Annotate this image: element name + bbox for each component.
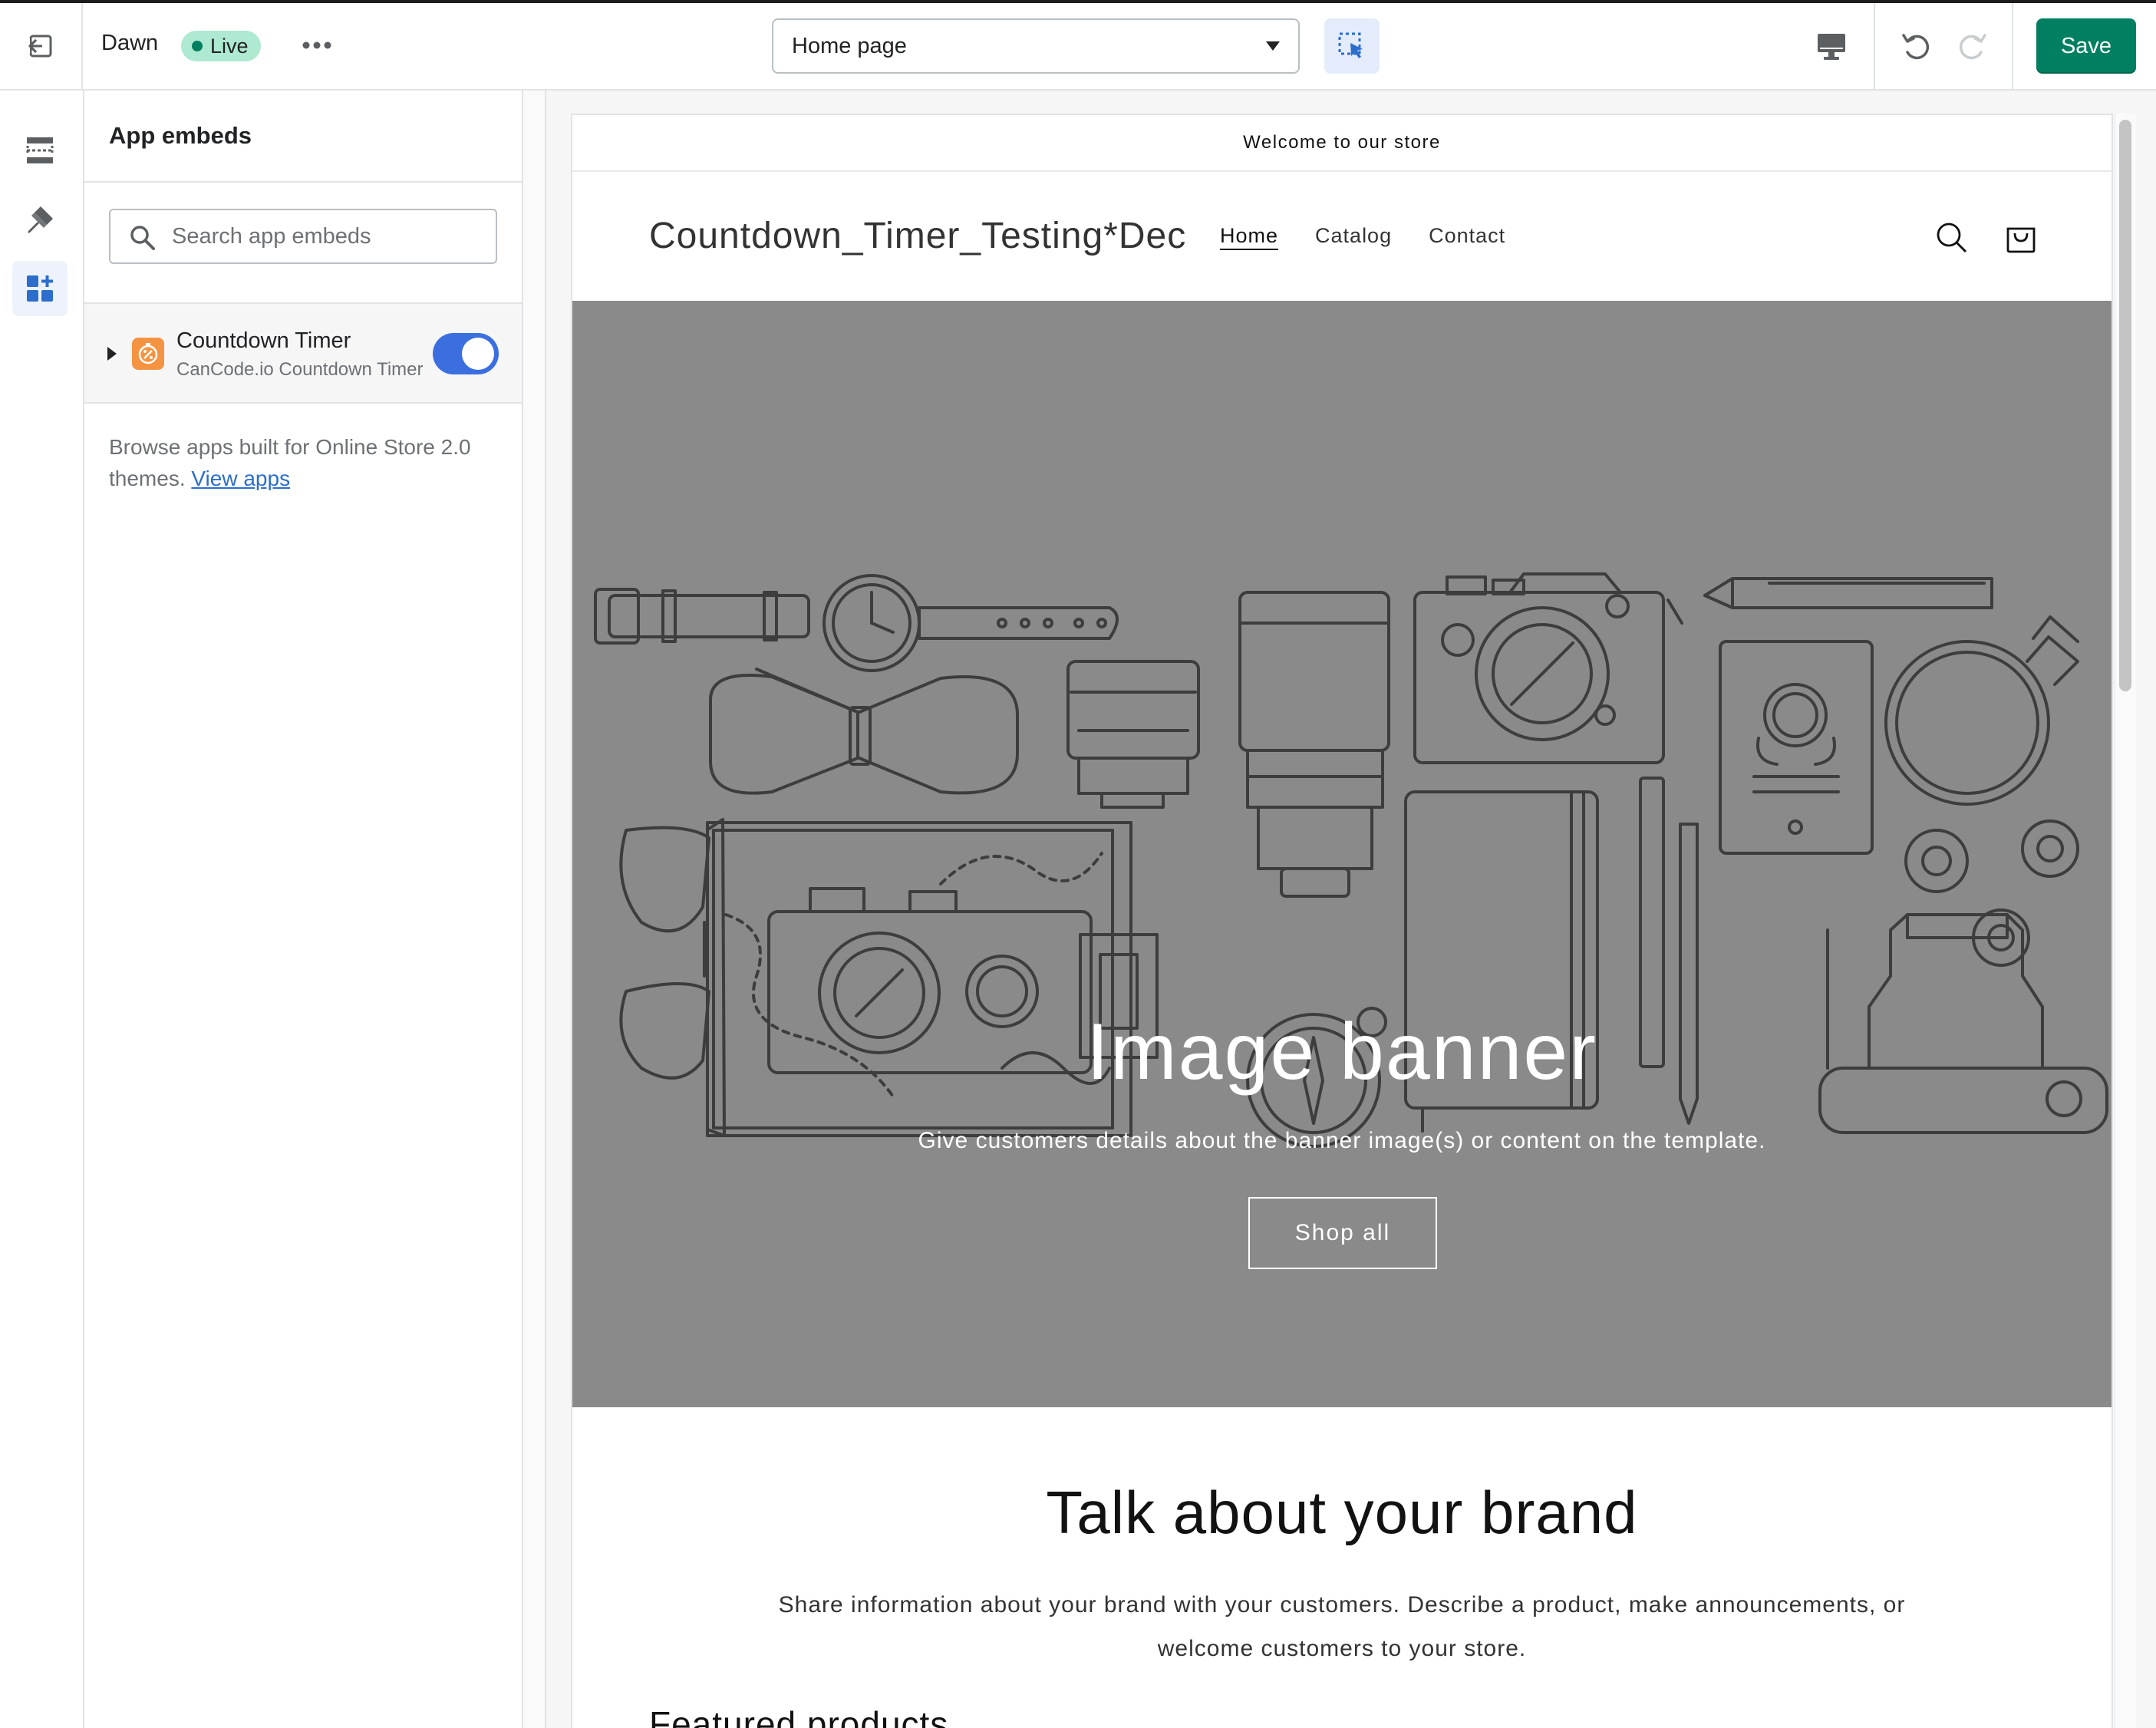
panel-title: App embeds: [109, 122, 252, 149]
nav-link-catalog[interactable]: Catalog: [1315, 224, 1392, 248]
rail-item-theme-settings[interactable]: [12, 192, 68, 247]
magnifier-drawing: [1884, 615, 2079, 806]
select-cursor-icon: [1338, 32, 1363, 58]
toggle-knob: [462, 338, 494, 370]
save-button[interactable]: Save: [2036, 18, 2136, 74]
cart-icon[interactable]: [2004, 218, 2038, 255]
exit-editor-button[interactable]: [0, 3, 83, 89]
page-select-value: Home page: [792, 33, 907, 58]
app-embeds-panel: App embeds Countdown Timer CanCode.io Co…: [84, 91, 523, 1728]
passport-drawing: [1719, 640, 1874, 855]
search-section: [84, 183, 522, 304]
view-apps-link[interactable]: View apps: [191, 467, 290, 490]
nav-link-home[interactable]: Home: [1220, 224, 1278, 248]
panel-scrollbar[interactable]: [523, 91, 546, 1728]
chevron-down-icon: [1266, 41, 1280, 51]
more-actions-button[interactable]: [298, 26, 336, 64]
redo-button[interactable]: [1950, 25, 1993, 68]
toolbar-divider: [2012, 3, 2013, 89]
rail-item-sections[interactable]: [12, 123, 68, 178]
window-strip: [0, 0, 2156, 3]
exit-icon: [25, 35, 52, 58]
search-box: [109, 209, 497, 264]
editor-topbar: Dawn Live Home page Save: [0, 0, 2156, 91]
store-preview-frame: Welcome to our store Countdown_Timer_Tes…: [571, 114, 2113, 1728]
banner-title: Image banner: [1086, 1007, 1597, 1096]
store-nav: Home Catalog Contact: [1220, 224, 1505, 248]
redo-icon: [1959, 34, 1986, 60]
page-template-select[interactable]: Home page: [772, 18, 1300, 74]
live-status-badge: Live: [181, 31, 261, 61]
app-embed-toggle[interactable]: [433, 333, 499, 374]
bowtie-drawing: [709, 668, 1019, 795]
announcement-bar: Welcome to our store: [572, 115, 2111, 172]
app-embed-name: Countdown Timer: [176, 328, 351, 353]
store-search-icon[interactable]: [1935, 221, 1969, 255]
store-logo[interactable]: Countdown_Timer_Testing*Dec: [649, 215, 1186, 257]
tape-rolls-drawing: [1904, 819, 2079, 967]
undo-button[interactable]: [1895, 25, 1938, 68]
brand-heading: Talk about your brand: [1046, 1479, 1638, 1546]
search-app-embeds-input[interactable]: [110, 210, 496, 262]
timer-badge-icon: [138, 343, 158, 364]
brand-description: Share information about your brand with …: [778, 1592, 1906, 1661]
expand-caret-icon[interactable]: [107, 347, 117, 361]
ellipsis-icon: [302, 41, 331, 49]
featured-products-heading: Featured products: [649, 1704, 949, 1728]
toolbar-divider: [1874, 3, 1875, 89]
rail-item-app-embeds[interactable]: [12, 261, 68, 316]
nav-link-contact[interactable]: Contact: [1429, 224, 1505, 248]
watch-drawing: [594, 574, 1119, 672]
panel-header: App embeds: [84, 91, 522, 183]
status-dot-icon: [192, 41, 203, 51]
live-badge-label: Live: [210, 34, 249, 58]
search-icon: [130, 226, 155, 250]
banner-subtitle: Give customers details about the banner …: [918, 1128, 1766, 1153]
preview-scrollbar-thumb[interactable]: [2119, 120, 2131, 691]
pencil-drawing: [1703, 577, 1993, 609]
undo-icon: [1902, 34, 1930, 60]
lens-drawing: [1066, 660, 1200, 809]
app-embeds-icon: [27, 275, 53, 302]
desktop-preview-button[interactable]: [1811, 26, 1852, 68]
shop-all-button[interactable]: Shop all: [1248, 1197, 1437, 1269]
countdown-timer-app-icon: [132, 338, 164, 370]
zoom-lens-drawing: [1238, 591, 1390, 898]
editor-nav-rail: [0, 91, 84, 1728]
inspector-toggle-button[interactable]: [1324, 18, 1380, 74]
camera-drawing: [1413, 572, 1683, 764]
app-embed-item[interactable]: Countdown Timer CanCode.io Countdown Tim…: [84, 304, 522, 404]
browse-apps-text: Browse apps built for Online Store 2.0 t…: [84, 404, 522, 522]
paintbrush-icon: [28, 206, 53, 233]
store-header: Countdown_Timer_Testing*Dec Home Catalog…: [572, 172, 2111, 301]
theme-name: Dawn: [101, 31, 159, 55]
image-banner: Image banner Give customers details abou…: [572, 301, 2111, 1407]
app-embed-subtitle: CanCode.io Countdown Timer: [176, 359, 424, 380]
sections-icon: [26, 137, 54, 163]
desktop-icon: [1818, 34, 1845, 60]
